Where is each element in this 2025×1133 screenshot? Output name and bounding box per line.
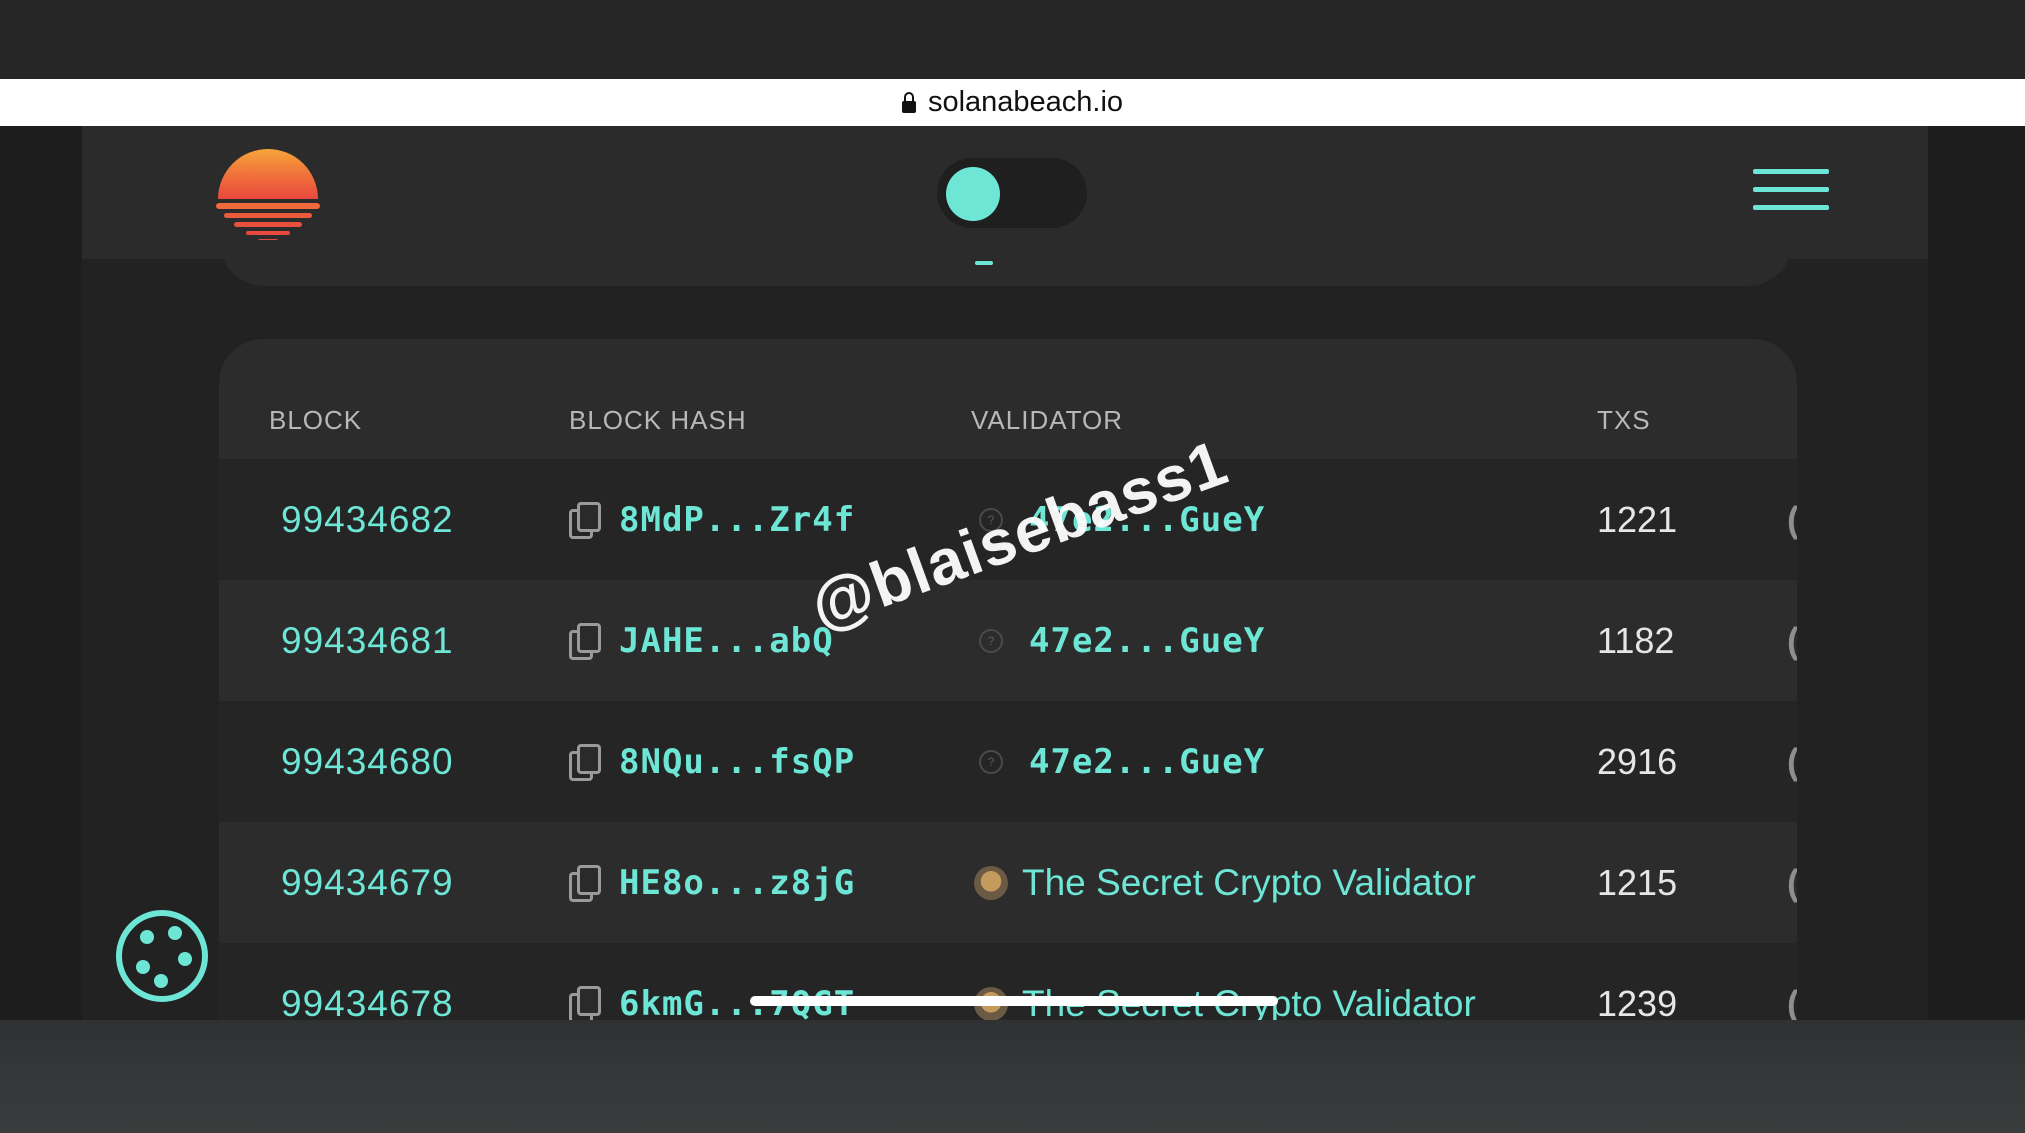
toggle-knob [946, 167, 1000, 221]
page-margin-right [1928, 126, 2025, 1032]
sunset-logo-icon[interactable] [216, 145, 320, 249]
block-number-link[interactable]: 99434681 [281, 620, 454, 662]
block-hash-link[interactable]: JAHE...abQ [619, 621, 834, 661]
copy-icon[interactable] [569, 985, 601, 1023]
block-hash-link[interactable]: 8NQu...fsQP [619, 742, 855, 782]
previous-card-bottom [220, 240, 1792, 286]
lock-icon [901, 91, 916, 113]
chart-tick-mark [975, 261, 993, 265]
validator-placeholder-icon: ? [979, 749, 1003, 774]
copy-icon[interactable] [569, 743, 601, 781]
txs-count: 1215 [1597, 861, 1678, 903]
table-header: BLOCK BLOCK HASH VALIDATOR TXS [219, 339, 1797, 459]
table-row[interactable]: 99434681 JAHE...abQ ? 47e2...GueY 1182 ( [219, 580, 1797, 701]
clipped-column-value: ( [1787, 983, 1797, 1025]
table-row[interactable]: 99434679 HE8o...z8jG The Secret Crypto V… [219, 822, 1797, 943]
validator-placeholder-icon: ? [979, 628, 1003, 653]
validator-avatar [974, 865, 1008, 900]
validator-link[interactable]: The Secret Crypto Validator [1022, 862, 1476, 904]
column-header-txs[interactable]: TXS [1597, 405, 1651, 436]
column-header-block[interactable]: BLOCK [269, 405, 362, 436]
home-indicator-bar [750, 996, 1278, 1006]
block-hash-link[interactable]: 8MdP...Zr4f [619, 500, 855, 540]
block-number-link[interactable]: 99434678 [281, 983, 454, 1025]
table-row[interactable]: 99434680 8NQu...fsQP ? 47e2...GueY 2916 … [219, 701, 1797, 822]
txs-count: 1182 [1597, 619, 1675, 661]
page-margin-left [0, 126, 82, 1032]
clipped-column-value: ( [1787, 741, 1797, 783]
txs-count: 2916 [1597, 740, 1678, 782]
browser-bottom-bar [0, 1020, 2025, 1133]
block-hash-link[interactable]: HE8o...z8jG [619, 863, 855, 903]
copy-icon[interactable] [569, 501, 601, 539]
txs-count: 1239 [1597, 982, 1678, 1024]
cookie-icon[interactable] [116, 910, 208, 1002]
url-text: solanabeach.io [927, 86, 1124, 118]
table-row[interactable]: 99434678 6kmG...7QGT The Secret Crypto V… [219, 943, 1797, 1029]
block-number-link[interactable]: 99434679 [281, 862, 454, 904]
clipped-column-value: ( [1787, 620, 1797, 662]
block-number-link[interactable]: 99434680 [281, 741, 454, 783]
validator-link[interactable]: 47e2...GueY [1029, 742, 1265, 782]
validator-link[interactable]: 47e2...GueY [1029, 621, 1265, 661]
txs-count: 1221 [1597, 498, 1678, 540]
clipped-column-value: ( [1787, 499, 1797, 541]
theme-toggle[interactable] [937, 158, 1087, 228]
status-bar-area [0, 0, 2025, 79]
blocks-table-card: BLOCK BLOCK HASH VALIDATOR TXS 99434682 … [219, 339, 1797, 1029]
copy-icon[interactable] [569, 622, 601, 660]
column-header-validator[interactable]: VALIDATOR [971, 405, 1123, 436]
address-bar[interactable]: solanabeach.io [0, 79, 2025, 126]
copy-icon[interactable] [569, 864, 601, 902]
hamburger-menu-icon[interactable] [1753, 167, 1829, 215]
block-number-link[interactable]: 99434682 [281, 499, 454, 541]
column-header-block-hash[interactable]: BLOCK HASH [569, 405, 747, 436]
clipped-column-value: ( [1787, 862, 1797, 904]
